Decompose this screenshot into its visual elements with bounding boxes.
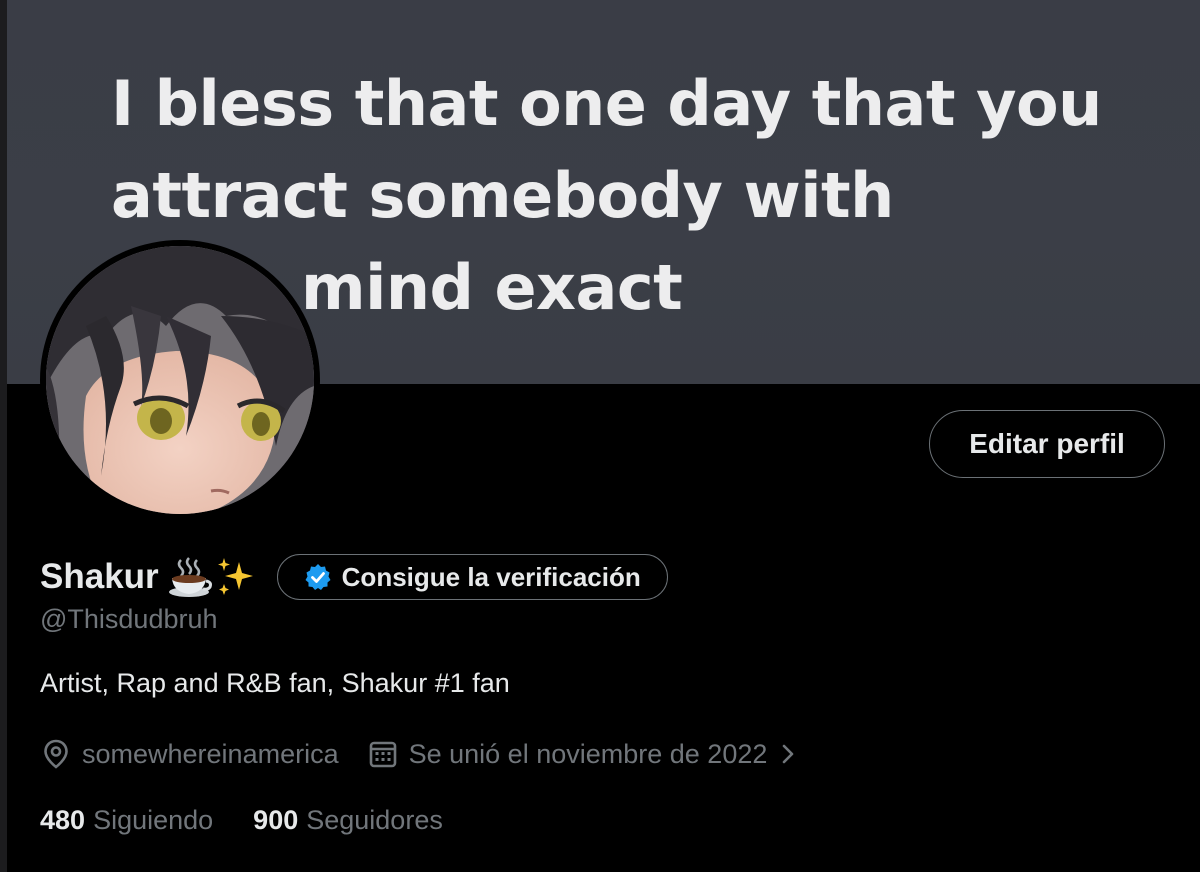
followers-count: 900 xyxy=(253,804,299,835)
edit-profile-button[interactable]: Editar perfil xyxy=(929,410,1165,478)
profile-bio: Artist, Rap and R&B fan, Shakur #1 fan xyxy=(40,668,510,698)
following-link[interactable]: 480 Siguiendo xyxy=(40,805,213,836)
location-text: somewhereinamerica xyxy=(82,738,339,769)
get-verified-button[interactable]: Consigue la verificación xyxy=(276,554,668,600)
avatar[interactable] xyxy=(40,240,320,520)
profile-meta: somewhereinamerica Se unió el noviembre … xyxy=(40,734,799,774)
window-edge xyxy=(0,0,7,872)
user-handle: @Thisdudbruh xyxy=(40,604,218,634)
avatar-image xyxy=(46,246,314,514)
following-count: 480 xyxy=(40,804,86,835)
name-row: Shakur Consigue la verificación xyxy=(40,552,668,602)
followers-label: Seguidores xyxy=(306,804,443,835)
sparkles-icon xyxy=(217,558,253,595)
joined-date-text: Se unió el noviembre de 2022 xyxy=(408,738,768,769)
hot-beverage-icon xyxy=(168,557,212,597)
banner-line-2: attract somebody with xyxy=(111,159,894,232)
banner-line-1: I bless that one day that you xyxy=(111,67,1102,140)
get-verified-label: Consigue la verificación xyxy=(341,561,641,592)
calendar-icon xyxy=(369,741,396,768)
location-pin-icon xyxy=(44,739,68,769)
following-label: Siguiendo xyxy=(93,804,214,835)
verified-badge-icon xyxy=(305,564,331,590)
joined-date-item[interactable]: Se unió el noviembre de 2022 xyxy=(367,738,800,770)
display-name: Shakur xyxy=(40,557,159,596)
followers-link[interactable]: 900 Seguidores xyxy=(253,805,443,836)
follow-stats: 480 Siguiendo 900 Seguidores xyxy=(40,800,443,840)
chevron-right-icon xyxy=(783,744,794,764)
location-item: somewhereinamerica xyxy=(40,738,339,770)
